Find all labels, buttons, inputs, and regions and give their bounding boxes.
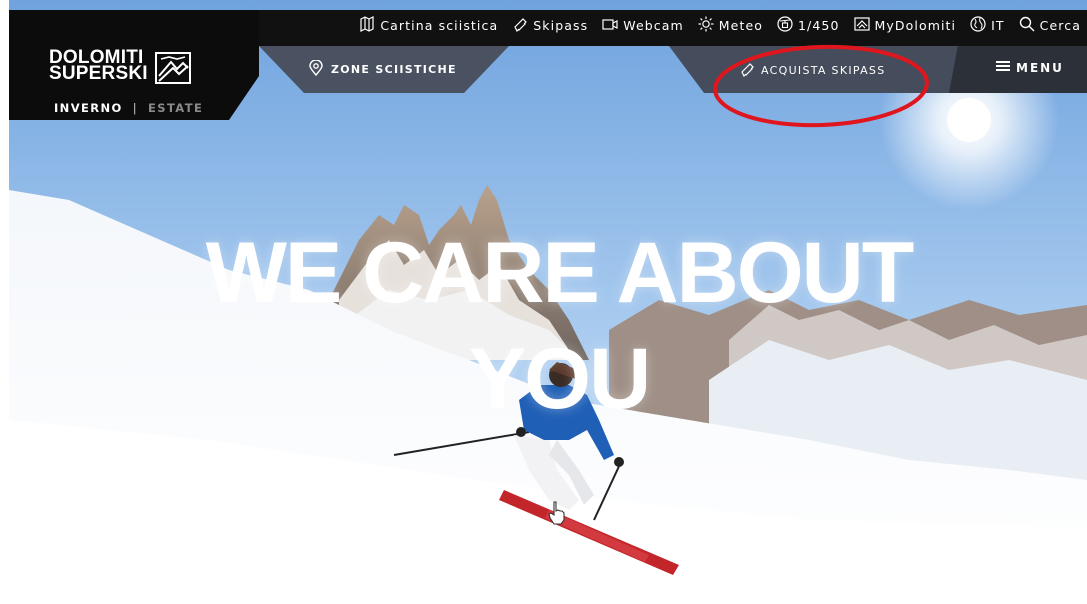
utility-item-lifts[interactable]: 1/450 (777, 15, 840, 35)
utility-item-skipass[interactable]: Skipass (512, 16, 588, 35)
hero-headline: WE CARE ABOUT YOU (179, 220, 939, 432)
utility-label: IT (991, 17, 1005, 33)
utility-label: Webcam (623, 17, 684, 33)
utility-label: Meteo (718, 17, 763, 33)
map-icon (359, 15, 375, 35)
utility-item-meteo[interactable]: Meteo (698, 16, 763, 35)
buy-skipass-button[interactable]: ACQUISTA SKIPASS (739, 61, 886, 80)
menu-button[interactable]: MENU (996, 60, 1064, 75)
season-winter-link[interactable]: INVERNO (54, 101, 123, 115)
hero-headline-line-1: WE CARE ABOUT (205, 225, 915, 321)
search-icon (1019, 16, 1035, 35)
season-summer-link[interactable]: ESTATE (148, 101, 203, 115)
utility-label: Cerca (1039, 17, 1081, 33)
globe-icon (970, 15, 986, 35)
utility-item-mydolomiti[interactable]: MyDolomiti (853, 16, 957, 35)
location-pin-icon (309, 59, 323, 79)
season-separator: | (132, 101, 138, 115)
season-switch: INVERNO | ESTATE (54, 101, 203, 115)
hero-headline-line-2: YOU (468, 331, 651, 427)
utility-item-webcam[interactable]: Webcam (602, 16, 684, 35)
utility-nav: Cartina sciistica Skipass Webcam Meteo 1… (359, 10, 1087, 40)
utility-label: MyDolomiti (874, 17, 957, 33)
lift-count: 1/450 (798, 17, 840, 33)
ticket-icon (512, 16, 528, 35)
hand-cursor-icon (548, 501, 565, 525)
utility-label: Skipass (533, 17, 589, 33)
ticket-icon (739, 61, 755, 80)
hamburger-icon (996, 60, 1010, 75)
logo-panel: DOLOMITI SUPERSKI INVERNO | ESTATE (9, 10, 259, 120)
logo-mark-icon (155, 52, 191, 84)
lift-icon (777, 15, 793, 35)
logo-line-2: SUPERSKI (49, 63, 148, 84)
utility-label: Cartina sciistica (380, 17, 499, 33)
zones-nav-label: ZONE SCIISTICHE (331, 63, 457, 76)
webcam-icon (602, 16, 618, 35)
site-logo[interactable]: DOLOMITI SUPERSKI (49, 48, 148, 84)
utility-item-language[interactable]: IT (970, 15, 1005, 35)
sun-icon (698, 16, 714, 35)
hero-section: Cartina sciistica Skipass Webcam Meteo 1… (9, 0, 1087, 604)
browser-viewport: Cartina sciistica Skipass Webcam Meteo 1… (0, 0, 1087, 604)
mydolomiti-icon (853, 16, 870, 35)
menu-label: MENU (1016, 60, 1064, 75)
utility-item-search[interactable]: Cerca (1019, 16, 1081, 35)
buy-skipass-label: ACQUISTA SKIPASS (761, 64, 886, 77)
zones-nav-link[interactable]: ZONE SCIISTICHE (309, 59, 457, 79)
utility-item-map[interactable]: Cartina sciistica (359, 15, 499, 35)
